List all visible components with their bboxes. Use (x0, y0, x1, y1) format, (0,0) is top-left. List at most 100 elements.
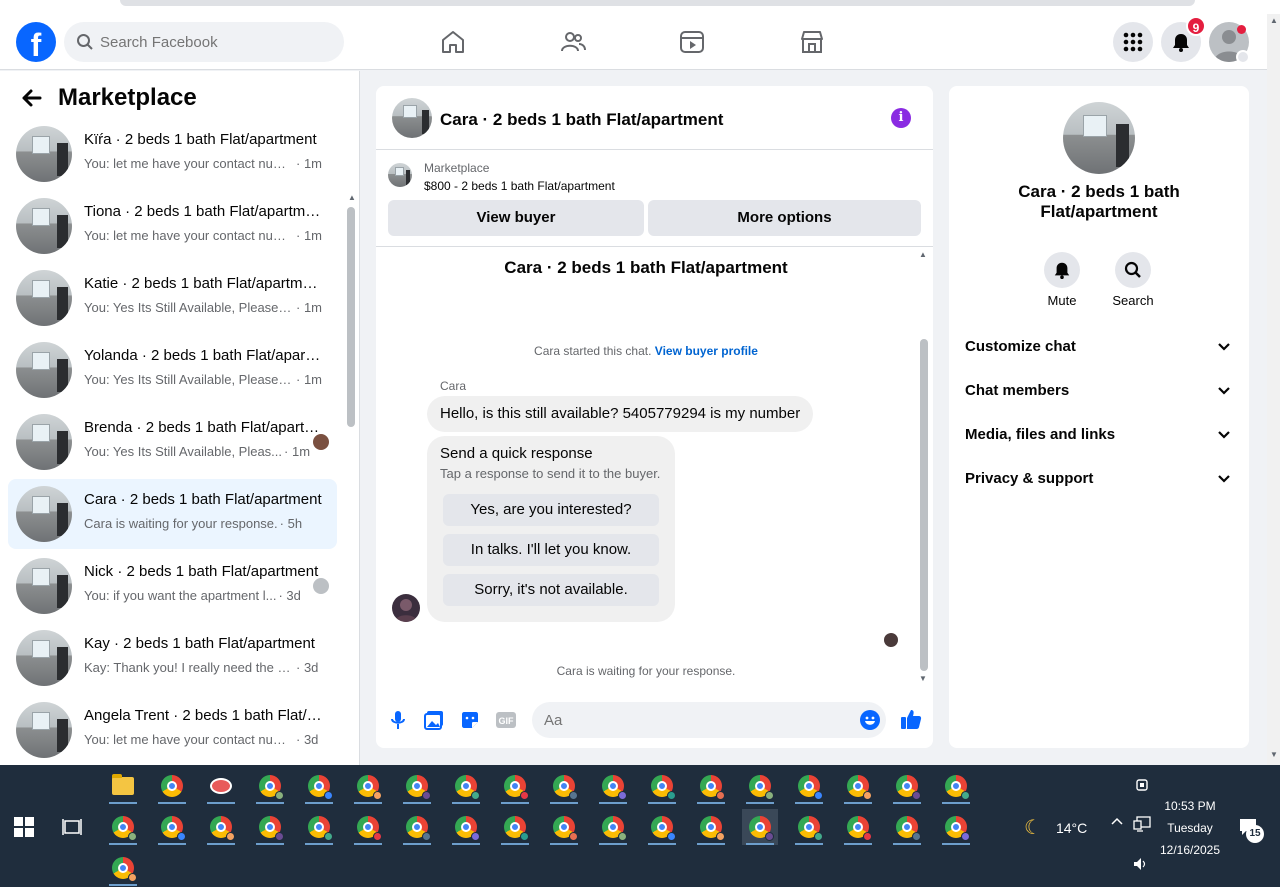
scroll-up-arrow[interactable]: ▲ (348, 193, 356, 202)
message-input-box[interactable] (532, 702, 886, 738)
search-box[interactable] (64, 22, 344, 62)
conversation-item[interactable]: Cara · 2 beds 1 bath Flat/apartment Cara … (8, 479, 337, 549)
chrome-icon[interactable] (693, 768, 729, 804)
chat-scroll-up-arrow[interactable]: ▲ (919, 250, 927, 259)
chrome-icon[interactable] (350, 809, 386, 845)
chrome-icon[interactable] (595, 768, 631, 804)
sender-avatar[interactable] (392, 594, 420, 622)
conversation-item[interactable]: Katie · 2 beds 1 bath Flat/apartment You:… (8, 263, 337, 333)
chrome-icon[interactable] (742, 768, 778, 804)
conversation-item[interactable]: Nick · 2 beds 1 bath Flat/apartment You: … (8, 551, 337, 621)
quick-reply-interested[interactable]: Yes, are you interested? (443, 494, 659, 526)
chat-scrollbar[interactable] (920, 339, 928, 671)
chrome-icon[interactable] (791, 768, 827, 804)
facebook-logo-icon[interactable]: f (16, 22, 56, 62)
address-bar-edge[interactable] (120, 0, 1195, 6)
search-action[interactable]: Search (1103, 252, 1163, 308)
chrome-icon[interactable] (399, 768, 435, 804)
photo-icon[interactable] (424, 710, 444, 730)
chrome-icon[interactable] (889, 768, 925, 804)
message-input[interactable] (544, 702, 844, 738)
back-arrow-icon[interactable] (20, 87, 42, 109)
search-input[interactable] (100, 22, 330, 62)
chat-scroll-down-arrow[interactable]: ▼ (919, 674, 927, 683)
conversation-item[interactable]: Yolanda · 2 beds 1 bath Flat/apartment Yo… (8, 335, 337, 405)
conversation-item[interactable]: Kïŕa · 2 beds 1 bath Flat/apartment You: … (8, 119, 337, 189)
chrome-icon[interactable] (448, 809, 484, 845)
conversation-item[interactable]: Kay · 2 beds 1 bath Flat/apartment Kay: T… (8, 623, 337, 693)
conversation-item[interactable]: Brenda · 2 beds 1 bath Flat/apartment You… (8, 407, 337, 477)
thumbs-up-icon[interactable] (899, 707, 923, 731)
mute-action[interactable]: Mute (1032, 252, 1092, 308)
microphone-icon[interactable] (388, 710, 408, 730)
chrome-icon[interactable] (742, 809, 778, 845)
listing-large-thumbnail[interactable] (1063, 102, 1135, 174)
page-scroll-down-arrow[interactable]: ▼ (1270, 750, 1278, 759)
video-tab-icon[interactable] (676, 26, 708, 58)
gif-icon[interactable]: GIF (496, 710, 516, 730)
chrome-icon[interactable] (644, 768, 680, 804)
chrome-icon[interactable] (693, 809, 729, 845)
chrome-icon[interactable] (791, 809, 827, 845)
chrome-icon[interactable] (840, 768, 876, 804)
chrome-icon[interactable] (252, 809, 288, 845)
chrome-icon[interactable] (252, 768, 288, 804)
network-icon[interactable] (1133, 816, 1151, 835)
info-icon[interactable]: i (891, 108, 911, 128)
conversation-item[interactable]: Angela Trent · 2 beds 1 bath Flat/apartm… (8, 695, 337, 765)
chrome-icon[interactable] (644, 809, 680, 845)
sticker-icon[interactable] (460, 710, 480, 730)
show-hidden-icons-chevron-up-icon[interactable] (1111, 815, 1123, 831)
chrome-icon[interactable] (105, 809, 141, 845)
chrome-icon[interactable] (938, 809, 974, 845)
section-chat-members[interactable]: Chat members (957, 370, 1241, 414)
system-clock[interactable]: 10:53 PM Tuesday 12/16/2025 (1150, 795, 1230, 861)
chrome-icon[interactable] (154, 809, 190, 845)
chrome-icon[interactable] (448, 768, 484, 804)
snipping-tool-icon[interactable] (203, 768, 239, 804)
chrome-icon[interactable] (350, 768, 386, 804)
home-tab-icon[interactable] (437, 26, 469, 58)
windows-start-icon[interactable] (14, 817, 34, 842)
file-explorer-icon[interactable] (105, 768, 141, 804)
task-view-icon[interactable] (62, 817, 82, 842)
view-buyer-profile-link[interactable]: View buyer profile (655, 344, 758, 358)
menu-grid-button[interactable] (1113, 22, 1153, 62)
mute-bell-icon[interactable] (1044, 252, 1080, 288)
view-buyer-button[interactable]: View buyer (388, 200, 644, 236)
emoji-icon[interactable] (860, 710, 880, 730)
chrome-icon[interactable] (154, 768, 190, 804)
chrome-icon[interactable] (595, 809, 631, 845)
page-scrollbar[interactable]: ▲ ▼ (1267, 14, 1280, 765)
section-media-files-links[interactable]: Media, files and links (957, 414, 1241, 458)
chevron-down-icon[interactable] (1236, 50, 1250, 64)
conversation-item[interactable]: Tiona · 2 beds 1 bath Flat/apartment You:… (8, 191, 337, 261)
friends-tab-icon[interactable] (557, 26, 589, 58)
listing-thumbnail[interactable] (392, 98, 432, 138)
chrome-icon[interactable] (889, 809, 925, 845)
chrome-icon[interactable] (399, 809, 435, 845)
quick-reply-in-talks[interactable]: In talks. I'll let you know. (443, 534, 659, 566)
weather-widget[interactable]: ☾ 14°C (1024, 815, 1087, 840)
chrome-icon[interactable] (546, 809, 582, 845)
search-conversation-icon[interactable] (1115, 252, 1151, 288)
sidebar-scrollbar[interactable] (347, 207, 355, 427)
chrome-icon[interactable] (938, 768, 974, 804)
section-customize-chat[interactable]: Customize chat (957, 326, 1241, 370)
volume-icon[interactable] (1133, 857, 1149, 874)
chrome-icon[interactable] (105, 850, 141, 886)
meet-now-icon[interactable] (1135, 777, 1149, 796)
section-privacy-support[interactable]: Privacy & support (957, 458, 1241, 502)
chrome-icon[interactable] (203, 809, 239, 845)
quick-reply-not-available[interactable]: Sorry, it's not available. (443, 574, 659, 606)
marketplace-tab-icon[interactable] (796, 26, 828, 58)
listing-title[interactable]: $800 - 2 beds 1 bath Flat/apartment (424, 179, 615, 193)
chrome-icon[interactable] (301, 768, 337, 804)
chrome-icon[interactable] (546, 768, 582, 804)
chrome-icon[interactable] (497, 768, 533, 804)
chat-title[interactable]: Cara · 2 beds 1 bath Flat/apartment (440, 110, 723, 130)
more-options-button[interactable]: More options (648, 200, 921, 236)
chrome-icon[interactable] (840, 809, 876, 845)
page-scroll-up-arrow[interactable]: ▲ (1270, 16, 1278, 25)
chrome-icon[interactable] (497, 809, 533, 845)
